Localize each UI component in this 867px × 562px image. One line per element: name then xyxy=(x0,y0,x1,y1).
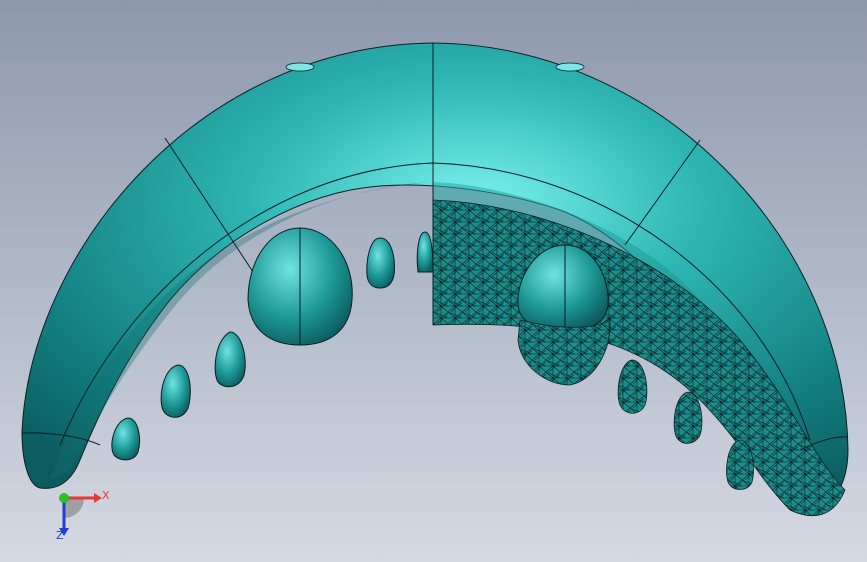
coordinate-triad: X Z xyxy=(44,478,124,548)
graphics-viewport[interactable]: X Z xyxy=(0,0,867,562)
z-axis-label: Z xyxy=(56,529,64,542)
3d-model[interactable] xyxy=(0,0,867,562)
x-axis-label: X xyxy=(102,489,110,502)
